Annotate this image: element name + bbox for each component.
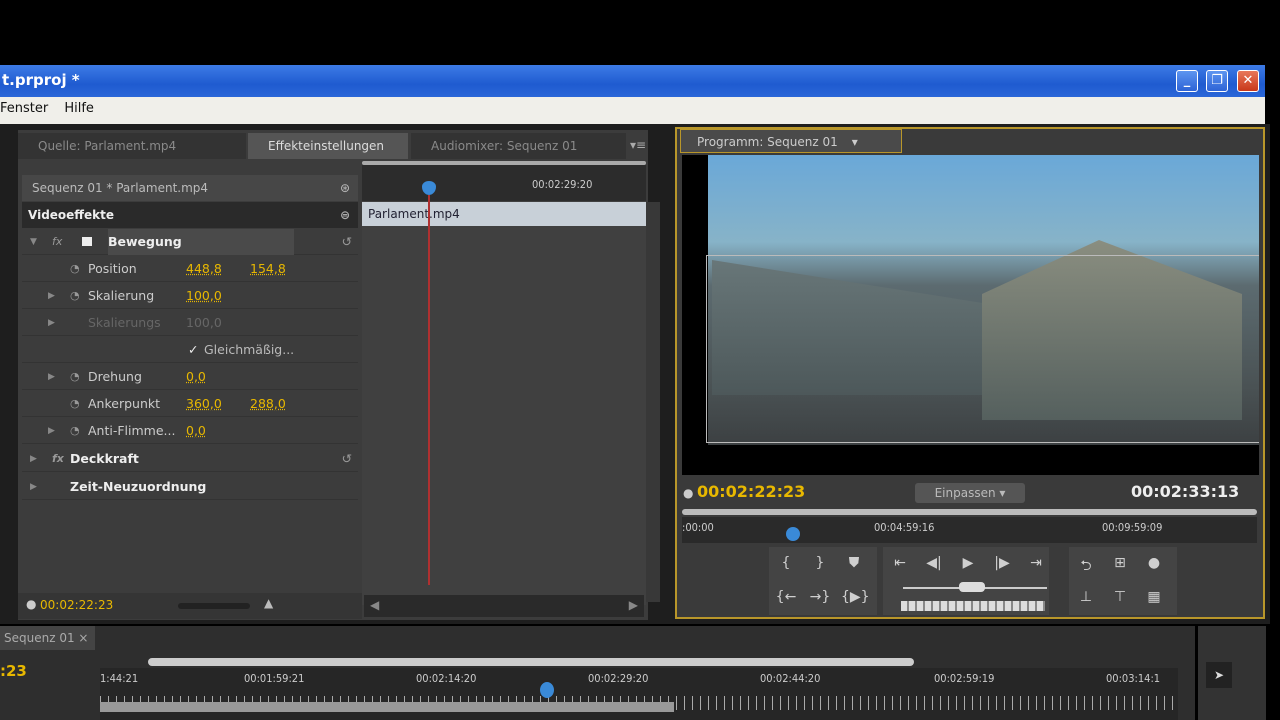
- work-area-bar[interactable]: [100, 702, 674, 712]
- dropdown-icon: ▾: [851, 135, 858, 149]
- sequence-playhead[interactable]: [540, 682, 554, 698]
- minimize-button[interactable]: _: [1176, 70, 1198, 92]
- go-to-previous-edit-icon[interactable]: ⇤: [887, 555, 913, 571]
- video-effects-header: Videoeffekte ⊜: [22, 202, 358, 228]
- sequence-zoom-bar[interactable]: [148, 658, 914, 666]
- go-to-next-edit-icon[interactable]: ⇥: [1023, 555, 1049, 571]
- playhead-line: [428, 195, 430, 585]
- program-playhead[interactable]: [786, 527, 800, 541]
- vertical-scrollbar[interactable]: [646, 202, 660, 602]
- output-icon[interactable]: ●: [1141, 555, 1167, 571]
- param-skalierung: ▶ ◔ Skalierung 100,0: [22, 283, 358, 309]
- menu-bar: Fenster Hilfe: [0, 97, 1265, 124]
- effect-footer: ● 00:02:22:23 ▲: [18, 593, 362, 619]
- program-monitor: Programm: Sequenz 01 ▾ ● 00:02:22:23 Einp…: [675, 127, 1265, 619]
- playback-controls: ⇤ ◀| ▶ |▶ ⇥: [883, 547, 1049, 615]
- stopwatch-icon[interactable]: ◔: [70, 364, 80, 390]
- effect-controls-panel: Quelle: Parlament.mp4 Effekteinstellunge…: [18, 130, 660, 620]
- maximize-button[interactable]: ❐: [1206, 70, 1228, 92]
- sequence-ruler[interactable]: 1:44:21 00:01:59:21 00:02:14:20 00:02:29…: [100, 668, 1178, 720]
- stopwatch-icon[interactable]: ◔: [70, 283, 80, 309]
- shuttle-handle[interactable]: [959, 582, 985, 592]
- video-frame[interactable]: [682, 155, 1259, 475]
- loop-icon[interactable]: ⮌: [1073, 555, 1099, 579]
- motion-icon[interactable]: [82, 237, 92, 246]
- flicker-value[interactable]: 0,0: [186, 418, 206, 444]
- effect-timeline[interactable]: 00:02:29:20 Parlament.mp4: [362, 161, 646, 605]
- transform-box[interactable]: [706, 255, 1259, 443]
- effect-deckkraft[interactable]: ▶ fx Deckkraft ↺: [22, 446, 358, 472]
- marker-icon[interactable]: ⛊: [841, 555, 867, 571]
- zoom-slider[interactable]: [178, 603, 250, 609]
- scale-width-value: 100,0: [186, 315, 222, 330]
- stopwatch-icon[interactable]: ◔: [70, 256, 80, 282]
- reset-icon[interactable]: ↺: [342, 229, 352, 255]
- play-in-out-icon[interactable]: {▶}: [841, 589, 870, 605]
- lift-icon[interactable]: ⊥: [1073, 589, 1099, 605]
- marker-controls: { } ⛊ {← →} {▶}: [769, 547, 877, 615]
- checkbox-uniform[interactable]: ✓: [188, 337, 198, 363]
- stopwatch-icon[interactable]: ◔: [70, 418, 80, 444]
- sequence-timeline: Sequenz 01 × :23 1:44:21 00:01:59:21 00:…: [0, 626, 1195, 720]
- tab-source[interactable]: Quelle: Parlament.mp4: [18, 133, 246, 159]
- param-anti-flimmer: ▶ ◔ Anti-Flimme... 0,0: [22, 418, 358, 444]
- program-ruler[interactable]: :00:00 00:04:59:16 00:09:59:09: [682, 517, 1257, 543]
- reset-icon[interactable]: ↺: [342, 446, 352, 472]
- program-current-time[interactable]: 00:02:22:23: [697, 482, 805, 501]
- mark-out-icon[interactable]: }: [807, 555, 833, 571]
- play-icon[interactable]: ▶: [955, 555, 981, 571]
- close-button[interactable]: ✕: [1237, 70, 1259, 92]
- param-ankerpunkt: ◔ Ankerpunkt 360,0 288,0: [22, 391, 358, 417]
- tools-panel: ➤: [1198, 626, 1266, 720]
- program-zoom-bar[interactable]: [682, 509, 1257, 515]
- param-drehung: ▶ ◔ Drehung 0,0: [22, 364, 358, 390]
- title-bar: t.prproj * _ ❐ ✕: [0, 65, 1265, 97]
- tab-sequence[interactable]: Sequenz 01 ×: [0, 626, 95, 650]
- position-y[interactable]: 154,8: [250, 256, 286, 282]
- clip-bar[interactable]: Parlament.mp4: [362, 202, 646, 226]
- go-to-in-icon[interactable]: {←: [773, 589, 799, 605]
- anchor-x[interactable]: 360,0: [186, 391, 222, 417]
- effect-bewegung[interactable]: ▼ fx Bewegung ↺: [22, 229, 358, 255]
- position-x[interactable]: 448,8: [186, 256, 222, 282]
- selection-tool-icon[interactable]: ➤: [1206, 662, 1232, 688]
- zoom-select[interactable]: Einpassen ▾: [915, 483, 1025, 503]
- current-timecode[interactable]: 00:02:22:23: [40, 598, 113, 612]
- mark-in-icon[interactable]: {: [773, 555, 799, 571]
- tab-audio-mixer[interactable]: Audiomixer: Sequenz 01: [411, 133, 626, 159]
- tab-effect-controls[interactable]: Effekteinstellungen: [248, 133, 408, 159]
- jog-wheel[interactable]: [901, 601, 1045, 611]
- stopwatch-icon[interactable]: ◔: [70, 391, 80, 417]
- extra-controls: ⮌ ⊞ ● ⊥ ⊤ ▦: [1069, 547, 1177, 615]
- panel-menu-icon[interactable]: ▾≡: [630, 138, 646, 152]
- extract-icon[interactable]: ⊤: [1107, 589, 1133, 605]
- tab-program[interactable]: Programm: Sequenz 01 ▾: [680, 129, 902, 153]
- program-duration: 00:02:33:13: [1131, 482, 1240, 501]
- scale-value[interactable]: 100,0: [186, 283, 222, 309]
- param-skalierungs: ▶ Skalierungs 100,0: [22, 310, 358, 336]
- safe-margins-icon[interactable]: ⊞: [1107, 555, 1133, 571]
- scroll-icon[interactable]: ⊜: [340, 202, 350, 228]
- sequence-timecode[interactable]: :23: [0, 662, 27, 680]
- param-position: ◔ Position 448,8 154,8: [22, 256, 358, 282]
- menu-hilfe[interactable]: Hilfe: [64, 101, 94, 116]
- clip-header: Sequenz 01 * Parlament.mp4 ⊛: [22, 175, 358, 201]
- anchor-y[interactable]: 288,0: [250, 391, 286, 417]
- go-to-out-icon[interactable]: →}: [807, 589, 833, 605]
- time-ruler[interactable]: 00:02:29:20: [362, 165, 646, 201]
- step-forward-icon[interactable]: |▶: [989, 555, 1015, 571]
- step-back-icon[interactable]: ◀|: [921, 555, 947, 571]
- toggle-icon[interactable]: ⊛: [340, 175, 350, 201]
- menu-fenster[interactable]: Fenster: [0, 101, 48, 116]
- rotation-value[interactable]: 0,0: [186, 364, 206, 390]
- param-uniform-scale: ✓ Gleichmäßig...: [22, 337, 358, 363]
- export-frame-icon[interactable]: ▦: [1141, 589, 1167, 605]
- effect-zeit-neuzuordnung[interactable]: ▶ Zeit-Neuzuordnung: [22, 474, 358, 500]
- horizontal-scrollbar[interactable]: ◀ ▶: [364, 595, 644, 617]
- window-title: t.prproj *: [2, 71, 80, 89]
- waveform-icon[interactable]: ▲: [264, 596, 273, 610]
